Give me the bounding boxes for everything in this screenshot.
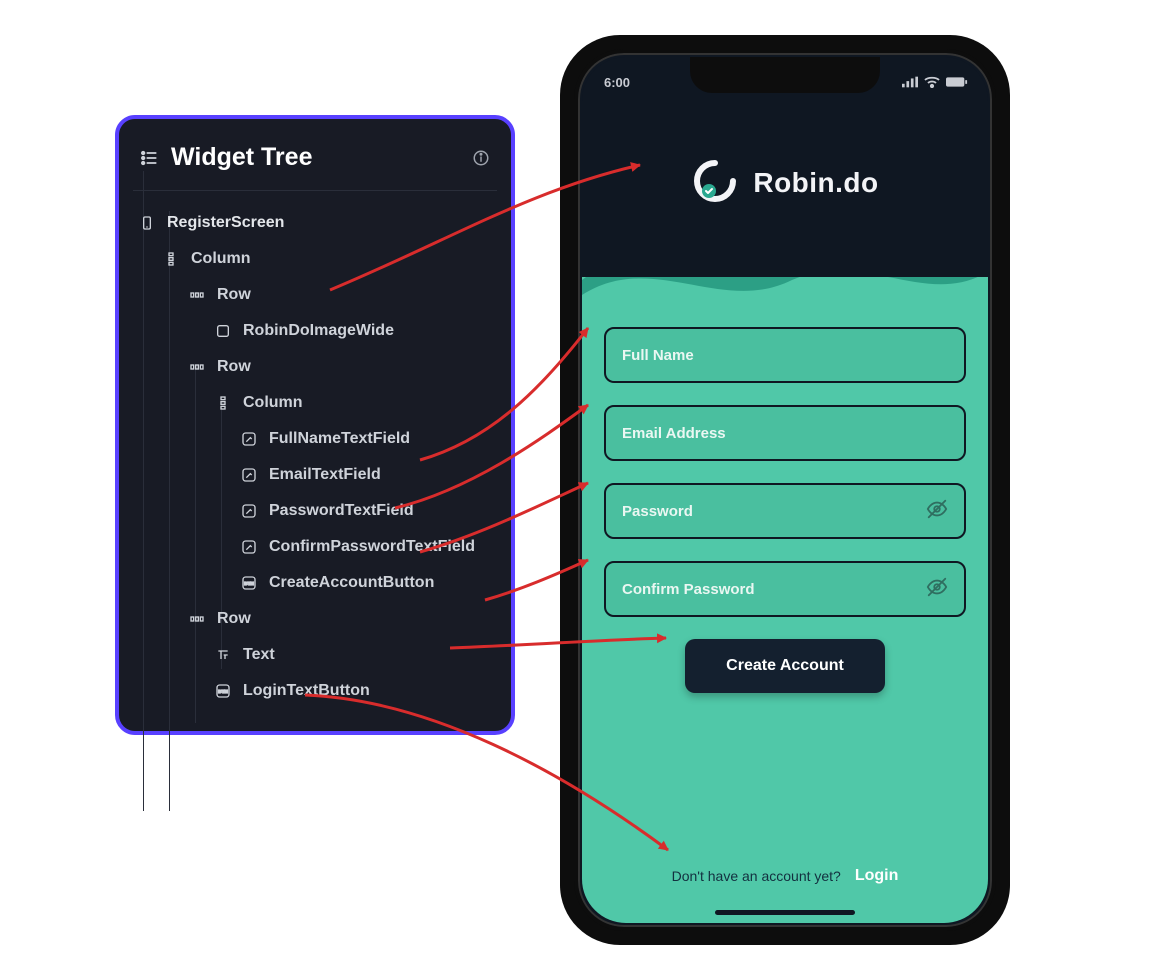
- phone-notch: [690, 57, 880, 93]
- tree-node-robin-image[interactable]: RobinDoImageWide: [133, 313, 497, 349]
- tree-label: FullNameTextField: [269, 430, 410, 448]
- field-label: Confirm Password: [622, 581, 755, 598]
- login-link[interactable]: Login: [855, 867, 899, 885]
- phone-mockup: 6:00 Robin.do: [560, 35, 1010, 945]
- home-indicator: [715, 910, 855, 915]
- footer-row: Don't have an account yet? Login: [582, 867, 988, 885]
- tree-node-row[interactable]: Row: [133, 349, 497, 385]
- field-label: Email Address: [622, 425, 726, 442]
- footer-text: Don't have an account yet?: [672, 868, 841, 884]
- widget-tree-title: Widget Tree: [171, 143, 459, 172]
- tree-node-register-screen[interactable]: RegisterScreen: [133, 205, 497, 241]
- image-icon: [213, 321, 233, 341]
- eye-off-icon[interactable]: [926, 498, 948, 524]
- textfield-icon: [239, 465, 259, 485]
- create-account-button[interactable]: Create Account: [685, 639, 885, 693]
- phone-icon: [137, 213, 157, 233]
- tree-label: PasswordTextField: [269, 502, 414, 520]
- column-icon: [161, 249, 181, 269]
- field-label: Password: [622, 503, 693, 520]
- tree-label: Text: [243, 646, 275, 664]
- widget-tree-panel: Widget Tree RegisterScreen Column: [115, 115, 515, 735]
- tree-node-column[interactable]: Column: [133, 385, 497, 421]
- textfield-icon: [239, 429, 259, 449]
- text-icon: [213, 645, 233, 665]
- tree-icon: [139, 148, 159, 168]
- status-time: 6:00: [604, 75, 630, 90]
- tree-node-row[interactable]: Row: [133, 277, 497, 313]
- fullname-input[interactable]: Full Name: [604, 327, 966, 383]
- tree-node-email-field[interactable]: EmailTextField: [133, 457, 497, 493]
- widget-tree-list: RegisterScreen Column Row RobinDoImageWi…: [133, 191, 497, 709]
- column-icon: [213, 393, 233, 413]
- tree-label: Row: [217, 358, 251, 376]
- tree-label: Row: [217, 610, 251, 628]
- textfield-icon: [239, 501, 259, 521]
- tree-label: EmailTextField: [269, 466, 381, 484]
- confirm-password-input[interactable]: Confirm Password: [604, 561, 966, 617]
- widget-tree-header: Widget Tree: [133, 137, 497, 191]
- password-input[interactable]: Password: [604, 483, 966, 539]
- wifi-icon: [924, 76, 940, 88]
- row-icon: [187, 357, 207, 377]
- tree-label: CreateAccountButton: [269, 574, 434, 592]
- app-name: Robin.do: [753, 167, 878, 199]
- app-logo-icon: [691, 157, 739, 210]
- tree-label: RobinDoImageWide: [243, 322, 394, 340]
- tree-node-login-text-button[interactable]: BTN LoginTextButton: [133, 673, 497, 709]
- tree-node-column[interactable]: Column: [133, 241, 497, 277]
- tree-label: LoginTextButton: [243, 682, 370, 700]
- tree-node-fullname-field[interactable]: FullNameTextField: [133, 421, 497, 457]
- tree-label: ConfirmPasswordTextField: [269, 538, 475, 556]
- form-area: Full Name Email Address Password Confirm…: [582, 277, 988, 923]
- tree-node-confirm-password-field[interactable]: ConfirmPasswordTextField: [133, 529, 497, 565]
- tree-label: Row: [217, 286, 251, 304]
- row-icon: [187, 285, 207, 305]
- eye-off-icon[interactable]: [926, 576, 948, 602]
- button-label: Create Account: [726, 657, 844, 675]
- email-input[interactable]: Email Address: [604, 405, 966, 461]
- signal-icon: [902, 76, 918, 88]
- button-icon: BTN: [213, 681, 233, 701]
- row-icon: [187, 609, 207, 629]
- tree-node-password-field[interactable]: PasswordTextField: [133, 493, 497, 529]
- battery-icon: [946, 76, 968, 88]
- textfield-icon: [239, 537, 259, 557]
- tree-node-row[interactable]: Row: [133, 601, 497, 637]
- button-icon: BTN: [239, 573, 259, 593]
- tree-label: RegisterScreen: [167, 214, 284, 232]
- tree-label: Column: [243, 394, 303, 412]
- tree-node-text[interactable]: Text: [133, 637, 497, 673]
- svg-text:BTN: BTN: [218, 689, 228, 694]
- tree-label: Column: [191, 250, 251, 268]
- tree-node-create-account-button[interactable]: BTN CreateAccountButton: [133, 565, 497, 601]
- svg-text:BTN: BTN: [244, 581, 254, 586]
- field-label: Full Name: [622, 347, 694, 364]
- info-icon[interactable]: [471, 148, 491, 168]
